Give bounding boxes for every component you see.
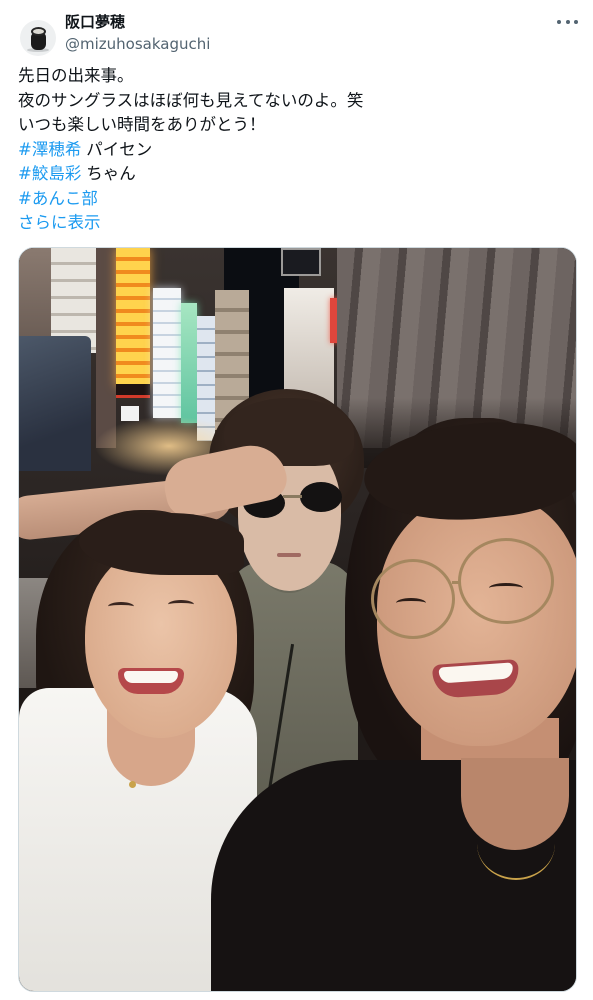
- person-middle-mouth: [277, 553, 301, 557]
- hashtag-link[interactable]: #鮫島彩: [18, 164, 81, 183]
- more-horizontal-icon[interactable]: [557, 17, 578, 27]
- person-right-glasses-bridge: [452, 581, 461, 584]
- author-handle[interactable]: @mizuhosakaguchi: [65, 34, 210, 54]
- hashtag-suffix: ちゃん: [86, 164, 136, 183]
- photo-lit-sign-white: [153, 288, 181, 418]
- show-more-link[interactable]: さらに表示: [18, 213, 101, 232]
- person-middle-sunglasses-right: [300, 482, 342, 512]
- more-dot: [565, 20, 570, 24]
- show-more-line: さらに表示: [18, 211, 578, 236]
- author-display-name[interactable]: 阪口夢穂: [65, 12, 125, 32]
- hashtag-link[interactable]: #澤穂希: [18, 140, 81, 159]
- author-avatar[interactable]: [20, 20, 56, 56]
- hashtag-suffix: パイセン: [86, 139, 153, 159]
- person-right-necklace: [477, 808, 555, 880]
- tweet-text-line: 夜のサングラスはほぼ何も見えてないのよ。笑: [18, 90, 364, 110]
- person-left-teeth: [124, 671, 178, 683]
- photo-lit-sign-green: [181, 303, 197, 423]
- hashtag-line: #澤穂希 パイセン: [18, 138, 578, 163]
- person-left-necklace: [129, 781, 136, 788]
- more-dot: [557, 20, 561, 24]
- tweet-card[interactable]: 阪口夢穂 @mizuhosakaguchi 先日の出来事。 夜のサングラスはほぼ…: [0, 0, 593, 1000]
- photo-scaffold-tarp-left: [19, 336, 91, 471]
- photo-small-sign: [121, 406, 139, 421]
- avatar-figure-head: [31, 27, 46, 36]
- hashtag-line: #鮫島彩 ちゃん: [18, 162, 578, 187]
- tweet-text: 先日の出来事。 夜のサングラスはほぼ何も見えてないのよ。笑 いつも楽しい時間をあ…: [18, 64, 578, 236]
- person-right-glasses-left: [371, 559, 455, 639]
- photo-neon-sign-base: [116, 384, 150, 398]
- tweet-photo[interactable]: [18, 247, 577, 992]
- person-left-eye: [168, 600, 194, 609]
- photo-signboard-frame: [281, 248, 321, 276]
- hashtag-line: #あんこ部: [18, 187, 578, 212]
- more-dot: [574, 20, 578, 24]
- person-left-face: [85, 548, 237, 738]
- person-right-glasses-right: [458, 538, 554, 624]
- photo-neon-sign: [116, 248, 150, 386]
- tweet-text-line: いつも楽しい時間をありがとう！: [18, 115, 266, 134]
- hashtag-link[interactable]: #あんこ部: [18, 189, 98, 208]
- person-left-eye: [108, 602, 134, 611]
- person-middle-sunglasses-bridge: [283, 495, 302, 498]
- tweet-text-line: 先日の出来事。: [18, 66, 134, 85]
